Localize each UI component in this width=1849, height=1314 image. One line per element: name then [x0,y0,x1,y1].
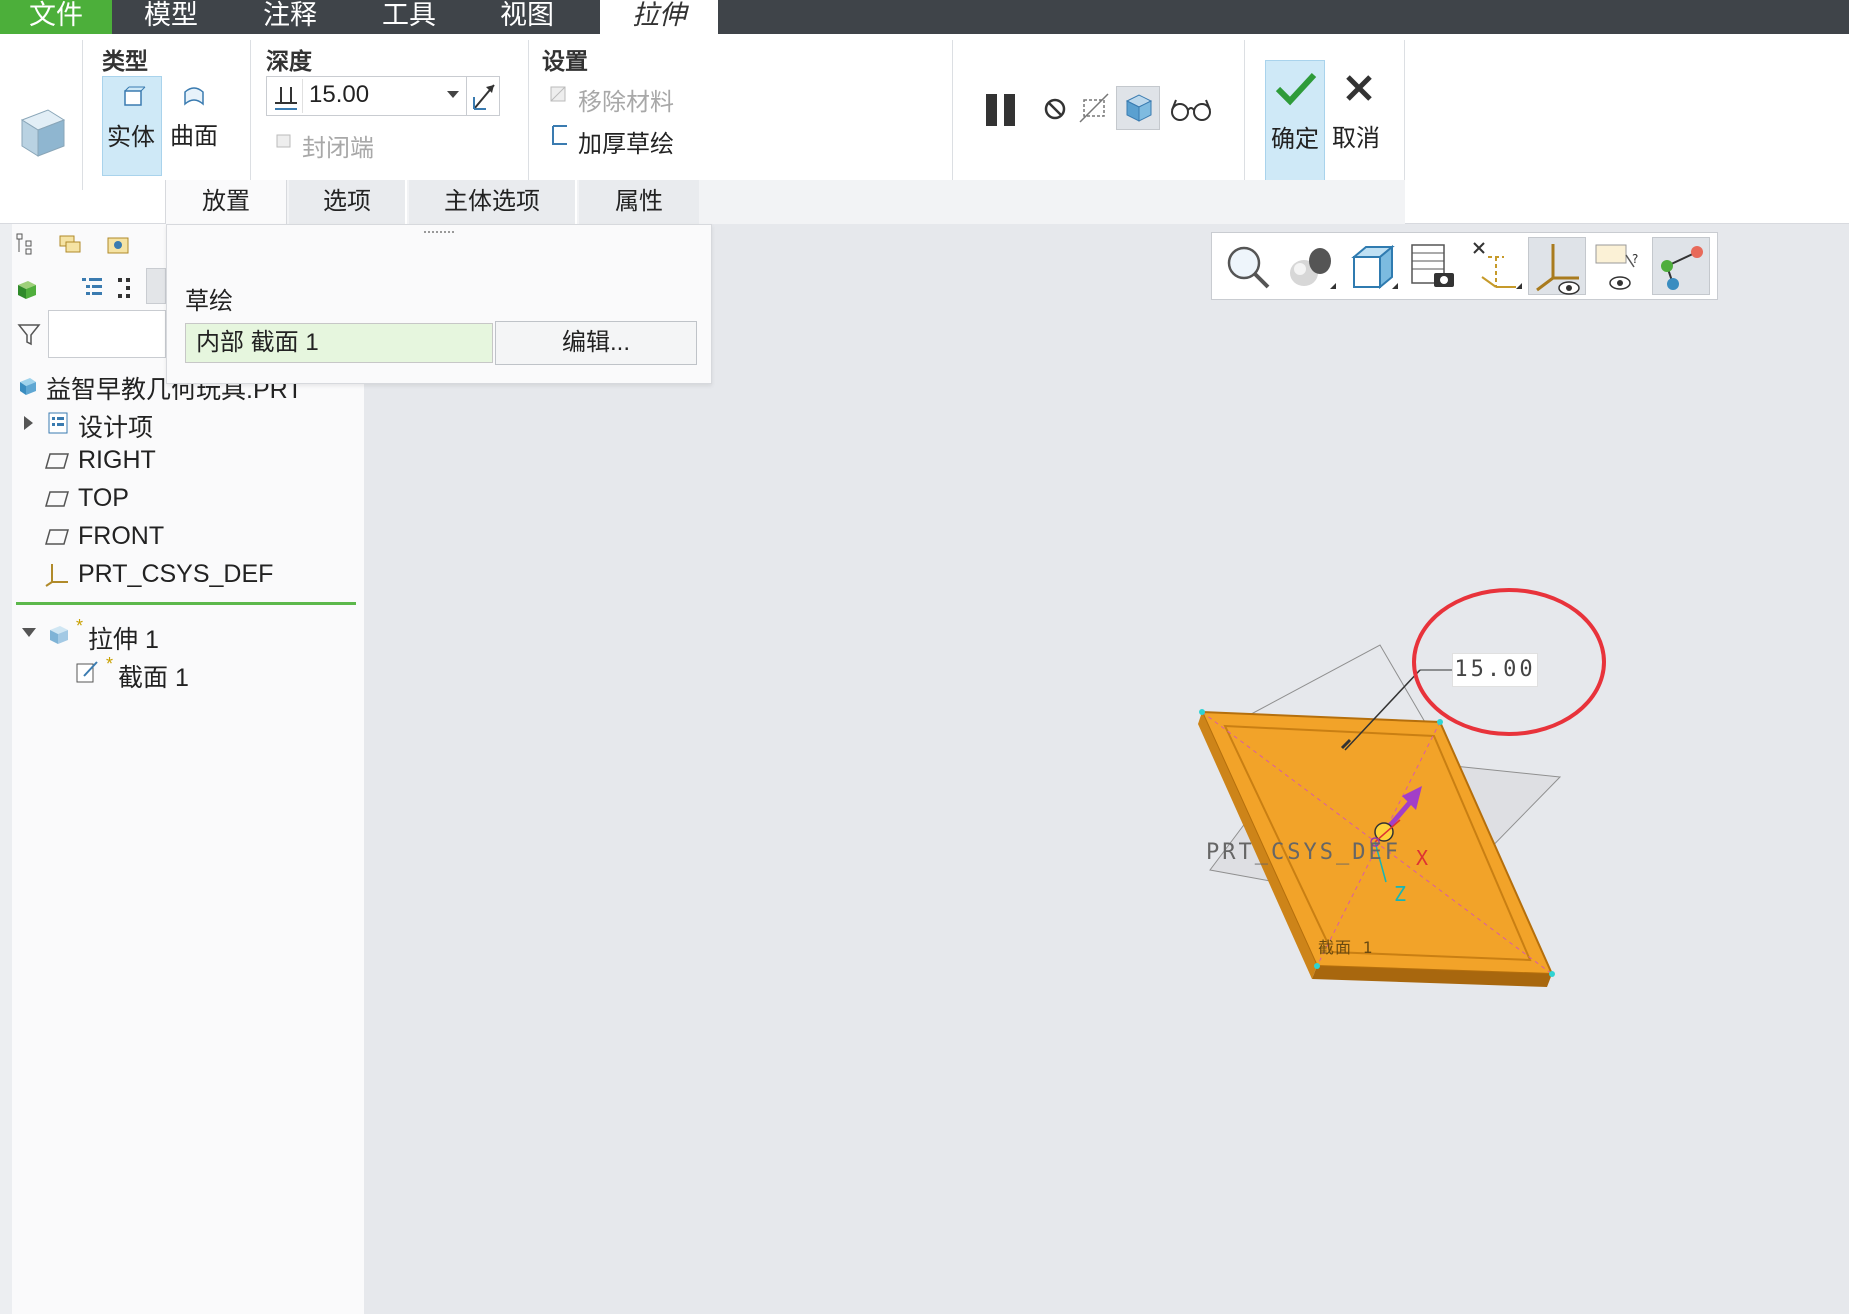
new-feature-marker: * [76,616,84,636]
collapse-arrow-icon[interactable] [22,628,36,637]
tree-item-right[interactable]: RIGHT [78,446,156,475]
extrude-feature-icon [44,620,72,648]
flip-depth-button[interactable] [466,76,500,116]
ok-button[interactable]: 确定 [1265,60,1325,186]
divider [528,40,529,190]
glasses-icon[interactable] [1168,92,1214,126]
datum-display-icon[interactable] [1466,237,1524,295]
expand-arrow-icon[interactable] [24,416,33,430]
layers-icon[interactable] [56,230,84,258]
surface-label: 曲面 [170,123,218,150]
capped-ends-label[interactable]: 封闭端 [302,128,374,163]
solid-button[interactable]: 实体 [102,76,162,176]
divider [952,40,953,190]
extrude-icon [14,100,70,164]
type-group-label: 类型 [102,48,148,74]
part-root-icon [16,374,40,398]
depth-field[interactable]: 15.00 [266,76,500,116]
tree-item-front[interactable]: FRONT [78,522,164,551]
solid-icon [120,85,146,109]
tree-list-icon[interactable] [78,274,106,302]
csys-icon [44,560,72,588]
tab-placement[interactable]: 放置 [165,180,287,224]
tree-search-input[interactable] [48,310,166,358]
section-tag: 截面 1 [1318,938,1374,957]
depth-value: 15.00 [309,81,370,108]
capped-ends-icon [274,130,294,150]
highlight-circle [1412,588,1606,736]
menu-extrude[interactable]: 拉伸 [600,0,718,34]
menu-bar: 文件 模型 注释 工具 视图 拉伸 [0,0,1849,34]
axis-z-label: Z [1394,882,1410,906]
divider [82,40,83,190]
part-icon[interactable] [14,276,40,302]
zoom-icon[interactable] [1218,237,1276,295]
divider [1244,40,1245,190]
view-manager-icon[interactable] [1404,237,1462,295]
menu-view[interactable]: 视图 [468,0,586,34]
remove-material-label[interactable]: 移除材料 [578,82,674,117]
remove-material-icon [548,84,568,104]
tree-item-section[interactable]: 截面 1 [118,658,189,694]
tree-item-extrude[interactable]: 拉伸 1 [88,620,159,656]
menu-tools[interactable]: 工具 [350,0,468,34]
sketch-icon [74,658,100,686]
left-icon-bar [0,224,12,1314]
menu-annotate[interactable]: 注释 [230,0,350,34]
thicken-sketch-label[interactable]: 加厚草绘 [578,124,674,159]
solid-label: 实体 [107,124,155,151]
tree-item-csys[interactable]: PRT_CSYS_DEF [78,560,273,589]
datum-plane-icon [44,488,70,510]
spin-center-icon[interactable] [1652,237,1710,295]
datum-plane-icon [44,450,70,472]
tree-item-design-items[interactable]: 设计项 [78,408,153,444]
edit-sketch-button[interactable]: 编辑... [495,321,697,365]
cancel-button[interactable]: 取消 [1329,60,1389,186]
csys-label: PRT_CSYS_DEF [1206,840,1401,865]
no-preview-icon[interactable] [1040,94,1070,124]
graphics-toolbar: ? [1211,232,1718,300]
folder-browser-icon[interactable] [104,230,132,258]
placement-panel: 草绘 内部 截面 1 编辑... [166,224,712,384]
sketch-collector[interactable]: 内部 截面 1 [185,323,493,363]
csys-display-icon[interactable] [1528,237,1586,295]
tree-filter-columns-icon[interactable] [114,274,138,302]
thicken-sketch-icon [550,124,570,146]
tab-body-options[interactable]: 主体选项 [409,180,577,224]
surface-button[interactable]: 曲面 [164,76,224,176]
menu-file[interactable]: 文件 [0,0,112,34]
filter-icon[interactable] [16,320,42,348]
model-tree-icon[interactable] [14,230,38,258]
surface-icon [181,84,207,108]
preview-solid-icon[interactable] [1116,86,1160,130]
tab-options[interactable]: 选项 [289,180,407,224]
insert-here-marker[interactable] [16,602,356,605]
tree-item-top[interactable]: TOP [78,484,129,513]
axis-x-label: X [1416,846,1432,870]
sketch-label: 草绘 [185,288,233,315]
ok-label: 确定 [1271,126,1319,153]
divider [250,40,251,190]
checkmark-icon [1274,69,1318,109]
x-icon [1339,68,1379,108]
display-style-icon[interactable] [1280,237,1338,295]
menu-model[interactable]: 模型 [112,0,230,34]
drag-handle[interactable] [424,231,454,235]
saved-views-icon[interactable] [1342,237,1400,295]
preview-icon[interactable] [1076,90,1112,126]
new-section-marker: * [106,654,114,674]
annotation-display-icon[interactable]: ? [1590,237,1648,295]
cancel-label: 取消 [1332,125,1380,152]
depth-group-label: 深度 [266,48,312,74]
design-items-icon [46,410,70,436]
tab-properties[interactable]: 属性 [579,180,699,224]
blind-depth-icon[interactable] [269,79,303,113]
settings-toggle-icon[interactable] [146,268,166,304]
datum-plane-icon [44,526,70,548]
pause-icon[interactable] [982,88,1022,132]
settings-group-label: 设置 [542,48,588,74]
chevron-down-icon[interactable] [447,91,459,98]
svg-text:?: ? [1632,252,1638,266]
